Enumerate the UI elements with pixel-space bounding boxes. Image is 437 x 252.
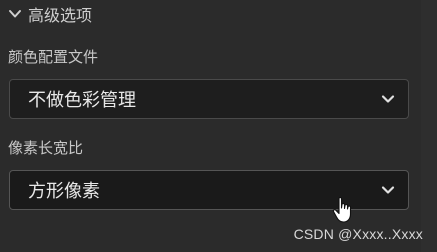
- color-profile-label: 颜色配置文件: [8, 48, 99, 66]
- chevron-down-icon: [8, 7, 22, 21]
- hand-pointer-icon: [332, 196, 354, 224]
- color-profile-value: 不做色彩管理: [28, 90, 136, 111]
- color-profile-select[interactable]: 不做色彩管理: [9, 79, 409, 119]
- pixel-aspect-value: 方形像素: [28, 181, 100, 202]
- watermark: CSDN @Xxxx..Xxxx: [293, 226, 423, 242]
- scrollbar-track[interactable]: [421, 0, 437, 252]
- advanced-options-header[interactable]: 高级选项: [8, 0, 92, 28]
- chevron-down-icon: [368, 170, 408, 210]
- advanced-options-title: 高级选项: [28, 6, 93, 25]
- pixel-aspect-label: 像素长宽比: [8, 139, 84, 157]
- chevron-down-icon: [368, 79, 408, 119]
